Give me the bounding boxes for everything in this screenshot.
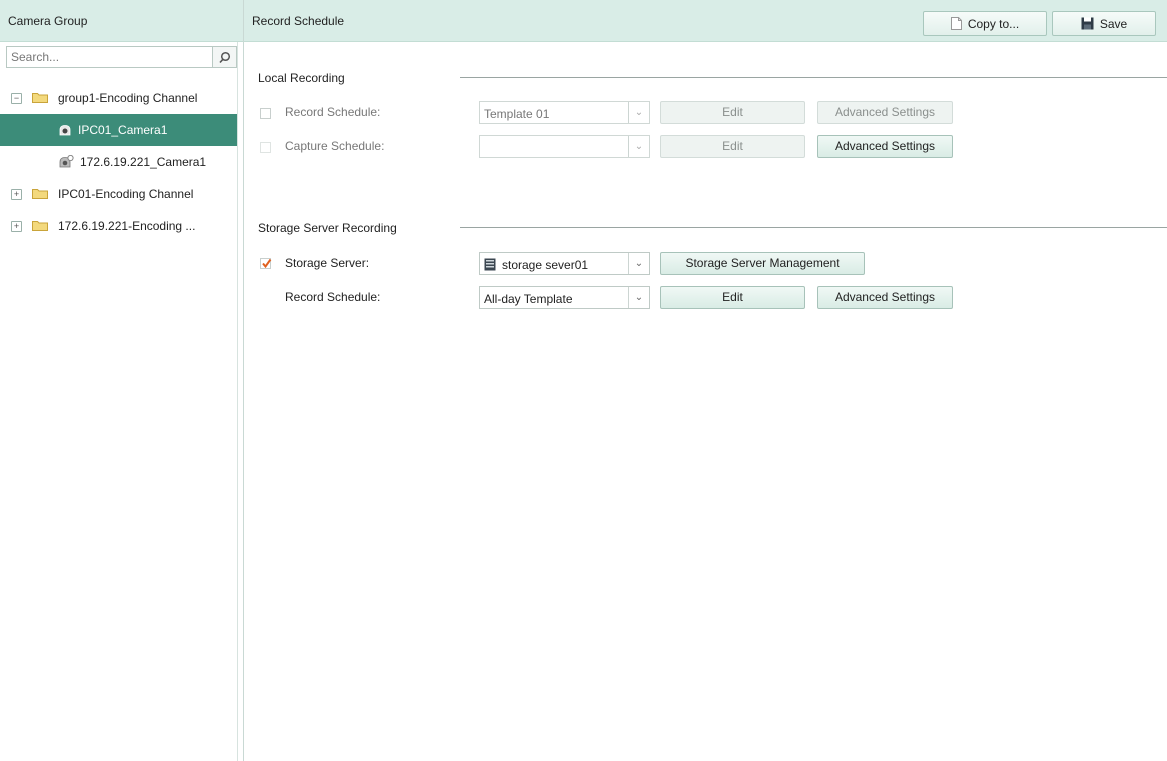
local-recording-title: Local Recording [258, 71, 345, 85]
storage-record-schedule-label: Record Schedule: [285, 290, 381, 304]
tree-label: group1-Encoding Channel [58, 91, 198, 105]
capture-advanced-button[interactable]: Advanced Settings [817, 135, 953, 158]
copy-icon [950, 17, 962, 30]
select-value: storage sever01 [502, 258, 589, 272]
camera-group-title: Camera Group [8, 14, 88, 28]
copy-to-label: Copy to... [967, 16, 1020, 31]
section-divider [460, 77, 1167, 78]
tree-label: IPC01_Camera1 [78, 123, 168, 137]
local-record-advanced-button[interactable]: Advanced Settings [817, 101, 953, 124]
search-bar [6, 46, 237, 68]
server-icon [484, 258, 496, 271]
checkmark-icon [262, 258, 272, 269]
tree-camera-172[interactable]: 172.6.19.221_Camera1 [0, 146, 238, 178]
storage-record-template-select[interactable]: All-day Template ⌄ [479, 286, 650, 309]
tree-label: 172.6.19.221_Camera1 [80, 155, 207, 169]
search-button[interactable] [213, 46, 237, 68]
panel-divider [237, 42, 238, 761]
expand-toggle[interactable]: + [11, 189, 22, 200]
tree-label: IPC01-Encoding Channel [58, 187, 194, 201]
camera-group-panel: Camera Group − group1-Encoding Channel I… [0, 0, 244, 761]
search-icon [219, 51, 231, 63]
collapse-toggle[interactable]: − [11, 93, 22, 104]
folder-icon [32, 221, 48, 231]
chevron-down-icon: ⌄ [628, 136, 649, 157]
chevron-down-icon: ⌄ [628, 102, 649, 123]
tree-172-encoding[interactable]: + 172.6.19.221-Encoding ... [0, 210, 238, 242]
local-record-edit-button[interactable]: Edit [660, 101, 805, 124]
copy-to-button[interactable]: Copy to... [923, 11, 1047, 36]
storage-recording-title: Storage Server Recording [258, 221, 397, 235]
folder-icon [32, 93, 48, 103]
chevron-down-icon: ⌄ [628, 253, 649, 274]
storage-server-select[interactable]: storage sever01 ⌄ [479, 252, 650, 275]
select-value: Template 01 [484, 107, 550, 121]
storage-server-checkbox[interactable] [260, 258, 272, 269]
save-label: Save [1099, 16, 1128, 31]
tree-label: 172.6.19.221-Encoding ... [58, 219, 196, 233]
camera-group-header: Camera Group [0, 0, 243, 42]
storage-server-label: Storage Server: [285, 256, 370, 270]
save-icon [1081, 17, 1094, 30]
storage-record-edit-button[interactable]: Edit [660, 286, 805, 309]
chevron-down-icon: ⌄ [628, 287, 649, 308]
folder-icon [32, 189, 48, 199]
record-schedule-label: Record Schedule: [285, 105, 381, 119]
capture-schedule-label: Capture Schedule: [285, 139, 385, 153]
expand-toggle[interactable]: + [11, 221, 22, 232]
local-record-template-select[interactable]: Template 01 ⌄ [479, 101, 650, 124]
select-value: All-day Template [484, 292, 573, 306]
tree-ipc01-encoding[interactable]: + IPC01-Encoding Channel [0, 178, 238, 210]
save-button[interactable]: Save [1052, 11, 1156, 36]
capture-edit-button[interactable]: Edit [660, 135, 805, 158]
tree-camera-ipc01[interactable]: IPC01_Camera1 [0, 114, 238, 146]
camera-icon [59, 155, 74, 168]
section-divider [460, 227, 1167, 228]
camera-icon [59, 125, 71, 136]
capture-schedule-checkbox[interactable] [260, 142, 271, 153]
record-schedule-panel: Record Schedule Copy to... Save Local Re… [244, 0, 1167, 761]
tree-group1[interactable]: − group1-Encoding Channel [0, 82, 238, 114]
storage-record-advanced-button[interactable]: Advanced Settings [817, 286, 953, 309]
record-schedule-checkbox[interactable] [260, 108, 271, 119]
capture-template-select[interactable]: ⌄ [479, 135, 650, 158]
record-schedule-title: Record Schedule [252, 14, 345, 28]
storage-server-management-button[interactable]: Storage Server Management [660, 252, 865, 275]
camera-tree: − group1-Encoding Channel IPC01_Camera1 … [0, 82, 238, 242]
search-input[interactable] [6, 46, 213, 68]
